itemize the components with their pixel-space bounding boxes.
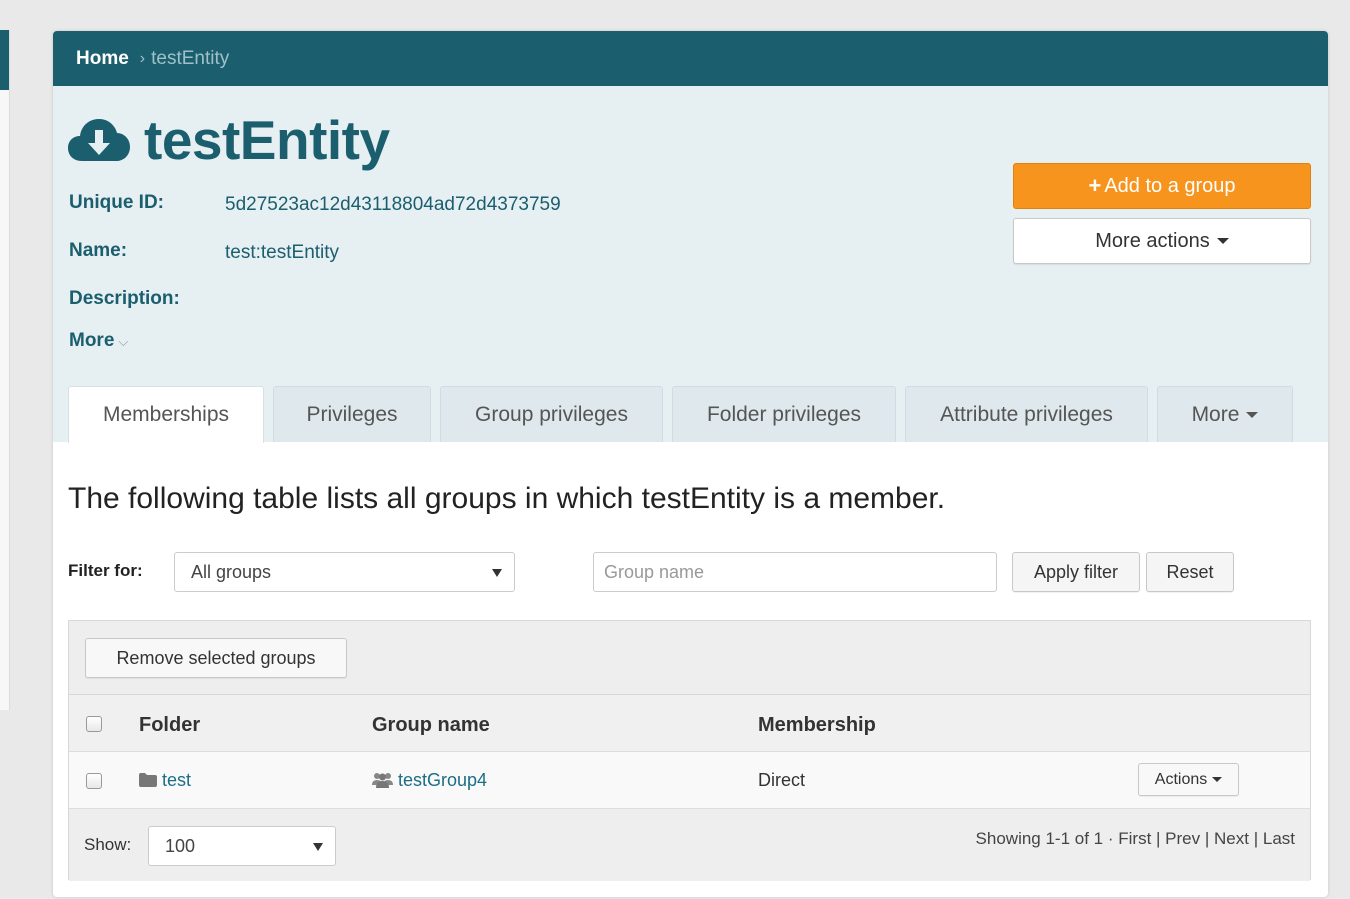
select-all-checkbox[interactable] [86, 716, 102, 732]
folder-cell: test [139, 770, 191, 791]
tab-folder-privileges[interactable]: Folder privileges [672, 386, 896, 442]
select-arrow-icon [492, 569, 502, 577]
reset-button[interactable]: Reset [1146, 552, 1234, 592]
breadcrumb-separator: › [139, 49, 146, 67]
row-actions-label: Actions [1154, 770, 1208, 788]
column-header-folder: Folder [139, 714, 201, 736]
tab-more-label: More [1191, 402, 1240, 426]
plus-icon: + [1088, 173, 1102, 198]
tab-attribute-privileges[interactable]: Attribute privileges [905, 386, 1148, 442]
unique-id-label: Unique ID: [69, 192, 164, 213]
table-row: test testGroup4 Direct Actions [69, 752, 1310, 809]
group-icon [372, 773, 393, 788]
main-container: Home › testEntity testEntity Unique ID: … [53, 31, 1328, 897]
group-name-cell: testGroup4 [372, 770, 487, 791]
row-actions-button[interactable]: Actions [1138, 763, 1239, 796]
title-row: testEntity [68, 108, 390, 172]
breadcrumb-home-link[interactable]: Home [76, 48, 129, 70]
memberships-description: The following table lists all groups in … [68, 482, 946, 515]
cloud-download-icon [68, 119, 130, 161]
breadcrumb: Home › testEntity [53, 31, 1328, 86]
folder-icon [139, 773, 157, 787]
more-details-toggle[interactable]: More ⌵ [69, 330, 128, 352]
tab-privileges[interactable]: Privileges [273, 386, 431, 442]
more-actions-label: More actions [1095, 229, 1210, 252]
tab-memberships[interactable]: Memberships [68, 386, 264, 443]
more-details-label: More [69, 330, 115, 351]
unique-id-value: 5d27523ac12d43118804ad72d4373759 [225, 194, 561, 215]
add-to-group-label: Add to a group [1104, 174, 1236, 197]
apply-filter-button[interactable]: Apply filter [1012, 552, 1140, 592]
chevron-down-icon: ⌵ [118, 334, 129, 349]
caret-down-icon [1216, 238, 1229, 244]
group-filter-value: All groups [191, 561, 272, 582]
tab-group-privileges[interactable]: Group privileges [440, 386, 663, 442]
breadcrumb-current: testEntity [151, 47, 230, 69]
column-header-group-name: Group name [372, 714, 490, 736]
entity-header-panel: testEntity Unique ID: 5d27523ac12d431188… [53, 86, 1328, 443]
more-actions-button[interactable]: More actions [1013, 218, 1311, 264]
pagination-next[interactable]: Next [1214, 829, 1249, 848]
column-header-membership: Membership [758, 714, 876, 736]
page-title: testEntity [144, 109, 390, 171]
group-filter-select[interactable]: All groups [174, 552, 515, 592]
membership-cell: Direct [758, 770, 806, 790]
caret-down-icon [1212, 777, 1223, 782]
caret-down-icon [1246, 411, 1259, 418]
select-arrow-icon [313, 843, 323, 851]
pagination-summary: Showing 1-1 of 1 · [975, 829, 1119, 848]
page-size-select[interactable]: 100 [148, 826, 336, 866]
pagination-separator: | [1200, 829, 1215, 848]
description-label: Description: [69, 288, 180, 309]
page-size-value: 100 [165, 835, 196, 856]
folder-link[interactable]: test [162, 770, 191, 790]
left-edge-accent [0, 30, 9, 90]
group-name-input[interactable] [593, 552, 997, 592]
pagination-last[interactable]: Last [1263, 829, 1295, 848]
group-link[interactable]: testGroup4 [398, 770, 487, 790]
filter-label: Filter for: [68, 561, 143, 580]
name-value: test:testEntity [225, 242, 340, 263]
table-toolbar: Remove selected groups [69, 621, 1310, 695]
pagination: Showing 1-1 of 1 · First | Prev | Next |… [976, 829, 1295, 849]
page-size-label: Show: [84, 835, 132, 854]
left-edge-panel [0, 30, 10, 710]
remove-selected-groups-button[interactable]: Remove selected groups [85, 638, 347, 678]
pagination-first[interactable]: First [1118, 829, 1151, 848]
name-label: Name: [69, 240, 128, 261]
table-footer: Show: 100 Showing 1-1 of 1 · First | Pre… [69, 809, 1310, 881]
pagination-separator: | [1248, 829, 1263, 848]
add-to-group-button[interactable]: + Add to a group [1013, 163, 1311, 209]
row-checkbox[interactable] [86, 773, 102, 789]
table-header: Folder Group name Membership [69, 695, 1310, 752]
pagination-separator: | [1151, 829, 1166, 848]
pagination-prev[interactable]: Prev [1165, 829, 1200, 848]
memberships-table: Remove selected groups Folder Group name… [68, 620, 1311, 881]
tab-more[interactable]: More [1157, 386, 1293, 442]
